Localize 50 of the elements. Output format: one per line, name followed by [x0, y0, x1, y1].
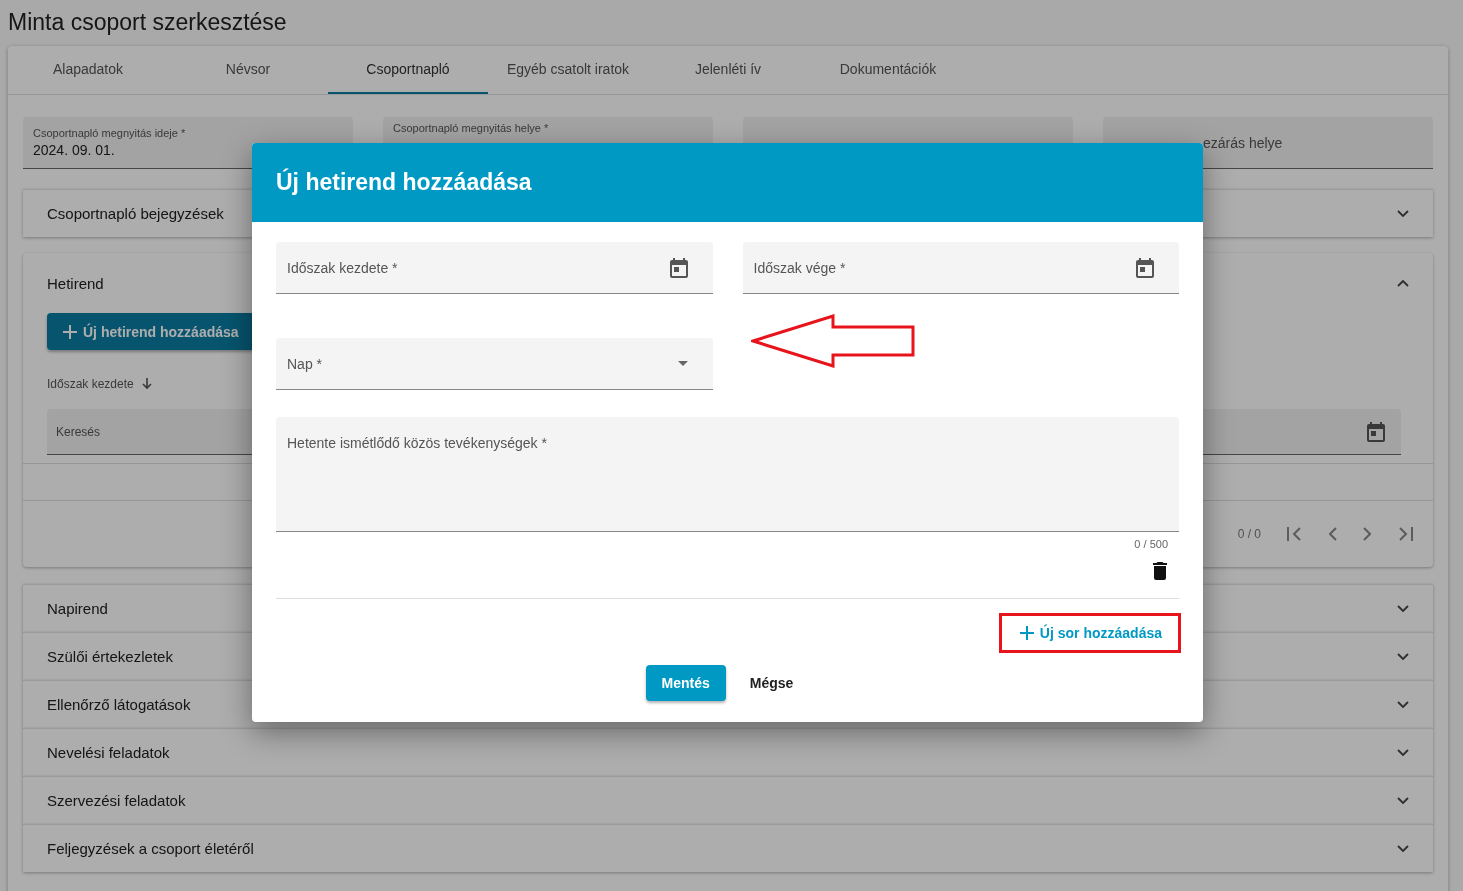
tab[interactable]: Névsor: [168, 46, 328, 94]
cancel-button[interactable]: Mégse: [733, 665, 810, 701]
character-counter: 0 / 500: [1134, 538, 1168, 550]
section-title[interactable]: Nevelési feladatok: [47, 744, 170, 761]
chevron-down-icon[interactable]: [1397, 748, 1409, 757]
field-label: Csoportnapló megnyitás ideje *: [33, 127, 187, 139]
chevron-down-icon[interactable]: [1397, 209, 1409, 218]
field-value: 2024. 09. 01.: [33, 142, 116, 158]
tab[interactable]: Alapadatok: [8, 46, 168, 94]
previous-page-icon[interactable]: [1329, 527, 1337, 541]
section-title[interactable]: Szülői értekezletek: [47, 648, 173, 665]
calendar-icon[interactable]: [1367, 421, 1385, 442]
chevron-down-icon[interactable]: [1397, 700, 1409, 709]
section-title[interactable]: Szervezési feladatok: [47, 792, 186, 809]
tab[interactable]: Egyéb csatolt iratok: [488, 46, 648, 94]
textarea-field[interactable]: Hetente ismétlődő közös tevékenységek *: [276, 417, 1179, 532]
accordion-panel[interactable]: Nevelési feladatok: [23, 728, 1433, 776]
accordion-panel[interactable]: Szervezési feladatok: [23, 776, 1433, 824]
tab[interactable]: Dokumentációk: [808, 46, 968, 94]
tab[interactable]: Csoportnapló: [328, 46, 488, 94]
add-schedule-button[interactable]: Új hetirend hozzáadása: [47, 313, 255, 350]
first-page-icon[interactable]: [1287, 527, 1303, 541]
date-field[interactable]: Időszak kezdete *: [276, 242, 713, 294]
dialog-title: Új hetirend hozzáadása: [276, 169, 532, 196]
tab[interactable]: Jelenléti ív: [648, 46, 808, 94]
last-page-icon[interactable]: [1397, 527, 1413, 541]
chevron-up-icon[interactable]: [1397, 279, 1409, 287]
chevron-down-icon[interactable]: [1397, 796, 1409, 805]
chevron-down-icon[interactable]: [1397, 652, 1409, 661]
plus-icon: [63, 324, 77, 339]
section-title[interactable]: Napirend: [47, 600, 108, 617]
calendar-icon[interactable]: [669, 257, 688, 278]
date-field[interactable]: Időszak vége *: [742, 242, 1179, 294]
page-title: Minta csoport szerkesztése: [7, 8, 288, 37]
chevron-down-icon[interactable]: [1397, 604, 1409, 613]
section-title[interactable]: Ellenőrző látogatások: [47, 696, 191, 713]
chevron-down-icon[interactable]: [1397, 844, 1409, 853]
arrow-down-icon: [141, 378, 152, 390]
calendar-icon[interactable]: [1136, 257, 1154, 278]
section-title[interactable]: Feljegyzések a csoport életéről: [47, 840, 254, 857]
select-field[interactable]: Nap *: [276, 338, 713, 390]
section-title[interactable]: Hetirend: [47, 274, 104, 292]
page-range: 0 / 0: [1237, 527, 1261, 541]
next-page-icon[interactable]: [1363, 527, 1371, 541]
sort-header[interactable]: Időszak kezdete: [47, 377, 152, 391]
trash-icon[interactable]: [1153, 562, 1167, 580]
section-title[interactable]: Csoportnapló bejegyzések: [47, 205, 224, 222]
accordion-panel[interactable]: Feljegyzések a csoport életéről: [23, 824, 1433, 872]
dropdown-icon: [677, 361, 688, 366]
plus-icon: [1019, 626, 1034, 640]
